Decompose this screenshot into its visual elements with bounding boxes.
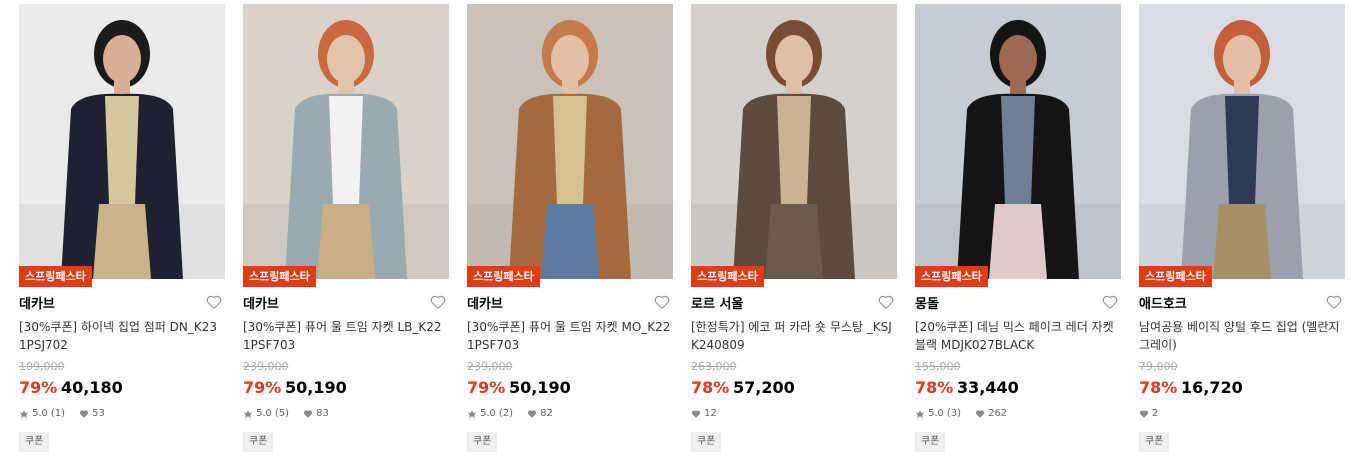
rating-value: 5.0 [480,408,496,419]
product-image-illustration [915,4,1121,279]
favorite-heart-icon[interactable] [1101,293,1119,311]
discount-rate: 79% [467,378,506,397]
original-price: 239,000 [243,360,289,373]
coupon-tag: 쿠폰 [467,432,498,452]
rating-value: 5.0 [32,408,48,419]
likes-count: 12 [704,408,717,419]
coupon-tag: 쿠폰 [915,432,946,452]
event-badge: 스프링페스타 [1139,266,1212,287]
original-price: 263,000 [691,360,737,373]
review-count: (5) [274,408,290,419]
likes-heart-icon [528,409,537,418]
product-name[interactable]: [30%쿠폰] 하이넥 집업 점퍼 DN_K231PSJ702 [19,318,223,354]
product-grid: 스프링페스타 데카브 [30%쿠폰] 하이넥 집업 점퍼 DN_K231PSJ7… [0,0,1351,471]
discount-rate: 78% [691,378,730,397]
discount-rate: 79% [243,378,282,397]
star-icon [915,409,925,418]
favorite-heart-icon[interactable] [205,293,223,311]
sale-price: 57,200 [733,378,795,397]
brand-name[interactable]: 데카브 [19,293,55,312]
product-card[interactable]: 스프링페스타 로르 서울 [한정특가] 에코 퍼 카라 숏 무스탕 _KSJK2… [691,0,901,471]
review-count: (1) [50,408,66,419]
review-count: (2) [498,408,514,419]
coupon-tag: 쿠폰 [243,432,274,452]
product-image[interactable] [467,4,673,279]
coupon-tag: 쿠폰 [691,432,722,452]
likes-heart-icon [976,409,985,418]
likes-count: 2 [1152,408,1159,419]
likes-count: 82 [540,408,553,419]
product-meta: 5.0 (2) 82 [467,408,553,419]
rating-value: 5.0 [256,408,272,419]
star-icon [243,409,253,418]
product-meta: 5.0 (3) 262 [915,408,1007,419]
product-image[interactable] [691,4,897,279]
product-card[interactable]: 스프링페스타 데카브 [30%쿠폰] 퓨어 울 트임 자켓 MO_K221PSF… [467,0,677,471]
product-meta: 2 [1139,408,1158,419]
likes-count: 262 [988,408,1008,419]
discount-rate: 78% [915,378,954,397]
product-card[interactable]: 스프링페스타 몽돌 [20%쿠폰] 데님 믹스 페이크 레더 자켓 블랙 MDJ… [915,0,1125,471]
product-name[interactable]: [20%쿠폰] 데님 믹스 페이크 레더 자켓 블랙 MDJK027BLACK [915,318,1119,354]
product-image[interactable] [1139,4,1345,279]
likes-heart-icon [1139,409,1149,418]
likes-heart-icon [80,409,89,418]
sale-price: 33,440 [957,378,1019,397]
brand-name[interactable]: 로르 서울 [691,293,743,312]
star-icon [19,409,29,418]
product-card[interactable]: 스프링페스타 데카브 [30%쿠폰] 퓨어 울 트임 자켓 LB_K221PSF… [243,0,453,471]
original-price: 155,000 [915,360,961,373]
product-image[interactable] [243,4,449,279]
event-badge: 스프링페스타 [19,266,92,287]
product-meta: 5.0 (5) 83 [243,408,329,419]
favorite-heart-icon[interactable] [429,293,447,311]
sale-price: 40,180 [61,378,123,397]
product-name[interactable]: 남여공용 베이직 양털 후드 집업 (멜란지그레이) [1139,318,1343,354]
product-image-illustration [691,4,897,279]
coupon-tag: 쿠폰 [19,432,50,452]
star-icon [467,409,477,418]
product-image-illustration [243,4,449,279]
brand-name[interactable]: 애드호크 [1139,293,1187,312]
sale-price: 50,190 [509,378,571,397]
likes-count: 53 [92,408,105,419]
favorite-heart-icon[interactable] [653,293,671,311]
brand-name[interactable]: 데카브 [243,293,279,312]
product-image[interactable] [915,4,1121,279]
event-badge: 스프링페스타 [467,266,540,287]
product-image-illustration [1139,4,1345,279]
product-image-illustration [467,4,673,279]
sale-price: 50,190 [285,378,347,397]
product-meta: 5.0 (1) 53 [19,408,105,419]
product-name[interactable]: [30%쿠폰] 퓨어 울 트임 자켓 LB_K221PSF703 [243,318,447,354]
brand-name[interactable]: 데카브 [467,293,503,312]
sale-price: 16,720 [1181,378,1243,397]
likes-count: 83 [316,408,329,419]
product-name[interactable]: [한정특가] 에코 퍼 카라 숏 무스탕 _KSJK240809 [691,318,895,354]
favorite-heart-icon[interactable] [1325,293,1343,311]
discount-rate: 78% [1139,378,1178,397]
product-card[interactable]: 스프링페스타 데카브 [30%쿠폰] 하이넥 집업 점퍼 DN_K231PSJ7… [19,0,229,471]
brand-name[interactable]: 몽돌 [915,293,939,312]
original-price: 239,000 [467,360,513,373]
discount-rate: 79% [19,378,58,397]
original-price: 109,000 [19,360,65,373]
review-count: (3) [946,408,962,419]
event-badge: 스프링페스타 [691,266,764,287]
event-badge: 스프링페스타 [243,266,316,287]
original-price: 79,000 [1139,360,1178,373]
favorite-heart-icon[interactable] [877,293,895,311]
event-badge: 스프링페스타 [915,266,988,287]
product-image[interactable] [19,4,225,279]
product-image-illustration [19,4,225,279]
likes-heart-icon [304,409,313,418]
product-name[interactable]: [30%쿠폰] 퓨어 울 트임 자켓 MO_K221PSF703 [467,318,671,354]
likes-heart-icon [691,409,701,418]
coupon-tag: 쿠폰 [1139,432,1170,452]
product-card[interactable]: 스프링페스타 애드호크 남여공용 베이직 양털 후드 집업 (멜란지그레이) 7… [1139,0,1349,471]
product-meta: 12 [691,408,717,419]
rating-value: 5.0 [928,408,944,419]
